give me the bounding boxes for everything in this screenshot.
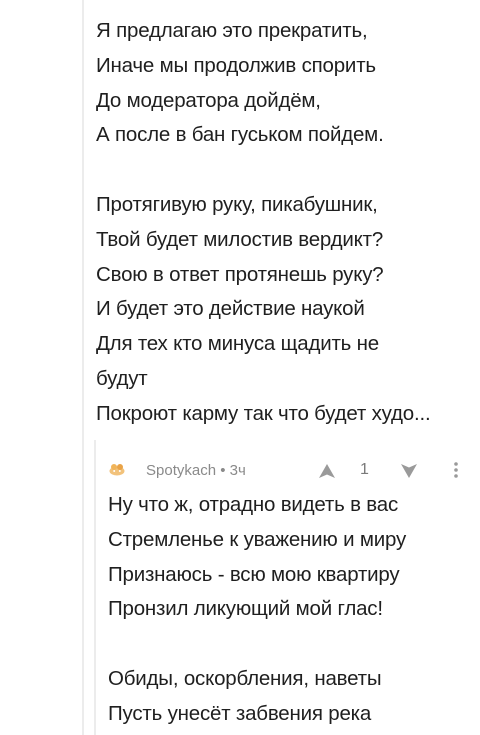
reply-thread-line xyxy=(94,440,96,735)
author-name[interactable]: Spotykach xyxy=(146,462,216,479)
reply-comment-header: Spotykach • 3ч 1 xyxy=(108,456,468,486)
comment-line: Стремленье к уважению и миру xyxy=(108,527,406,551)
comment-line: Признаюсь - всю мою квартиру xyxy=(108,562,400,586)
comment-rating: 1 xyxy=(360,461,369,478)
reply-comment-body: Ну что ж, отрадно видеть в вас Стремлень… xyxy=(108,488,473,732)
avatar-icon[interactable] xyxy=(108,462,126,476)
comment-line: Для тех кто минуса щадить не xyxy=(96,332,379,356)
comment-blank-line xyxy=(96,153,474,188)
comment-line: Пусть унесёт забвения река xyxy=(108,701,372,725)
comment-line: Покроют карму так что будет худо... xyxy=(96,401,431,425)
comment-line: Свою в ответ протянешь руку? xyxy=(96,262,384,286)
comment-line: будут xyxy=(96,366,148,390)
comment-line: И будет это действие наукой xyxy=(96,297,365,321)
arrow-down-icon[interactable] xyxy=(398,460,420,482)
comment-line: Протягивую руку, пикабушник, xyxy=(96,192,378,216)
parent-comment-body: Я предлагаю это прекратить, Иначе мы про… xyxy=(96,14,474,432)
meta-separator: • xyxy=(216,462,230,479)
comment-line: А после в бан гуськом пойдем. xyxy=(96,123,384,147)
arrow-up-icon[interactable] xyxy=(316,460,338,482)
thread-line xyxy=(82,0,84,735)
comment-line: Ну что ж, отрадно видеть в вас xyxy=(108,493,398,516)
comment-line: Я предлагаю это прекратить, xyxy=(96,19,368,42)
comment-line: Обиды, оскорбления, наветы xyxy=(108,666,382,690)
comment-line: Иначе мы продолжив спорить xyxy=(96,53,376,77)
comment-line: Пронзил ликующий мой глас! xyxy=(108,597,383,621)
comment-meta[interactable]: Spotykach • 3ч xyxy=(146,462,246,479)
comment-line: До модератора дойдём, xyxy=(96,88,321,112)
comment-line: Твой будет милостив вердикт? xyxy=(96,227,384,251)
comment-blank-line xyxy=(108,627,473,662)
comment-time: 3ч xyxy=(229,462,246,479)
more-vertical-icon[interactable] xyxy=(450,458,462,482)
